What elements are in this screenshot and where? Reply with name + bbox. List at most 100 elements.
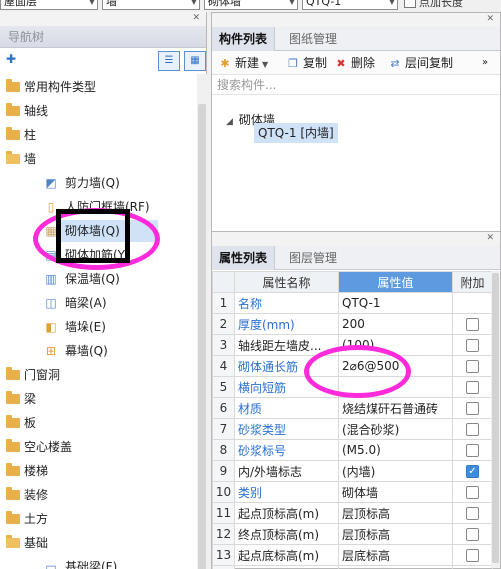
nav-tree-item[interactable]: ⊞ 幕墙(Q)	[0, 340, 194, 362]
property-row[interactable]: 1 名称 QTQ-1	[212, 292, 493, 314]
component-tree-item[interactable]: QTQ-1 [内墙]	[254, 123, 338, 143]
tab-drawing-management[interactable]: 图纸管理	[282, 27, 344, 51]
property-name: 砂浆标号	[234, 439, 339, 461]
floor-combo[interactable]: 屋面层 ▼	[0, 0, 98, 10]
property-row[interactable]: 8 砂浆标号 (M5.0)	[212, 439, 493, 461]
property-extra-cell	[452, 418, 493, 440]
extra-checkbox[interactable]	[466, 360, 479, 373]
nav-tree-item[interactable]: ▥ 保温墙(Q)	[0, 268, 194, 290]
nav-tree-item[interactable]: 板	[0, 412, 194, 434]
extra-checkbox[interactable]	[466, 528, 479, 541]
nav-tree-item[interactable]: 梁	[0, 388, 194, 410]
extra-checkbox[interactable]	[466, 339, 479, 352]
delete-button[interactable]: ✖ 删除	[334, 51, 375, 75]
tab-layer-management[interactable]: 图层管理	[282, 246, 344, 270]
nav-tree-item[interactable]: 柱	[0, 124, 194, 146]
property-value[interactable]: QTQ-1	[338, 292, 453, 314]
extra-checkbox[interactable]	[466, 381, 479, 394]
component-combo-value: QTQ-1	[306, 0, 342, 8]
property-value[interactable]: 层底标高	[338, 544, 453, 566]
extra-checkbox[interactable]	[466, 486, 479, 499]
extra-checkbox[interactable]	[466, 549, 479, 562]
nav-scrollbar[interactable]	[197, 74, 207, 569]
collapse-icon[interactable]: ◢	[226, 117, 233, 127]
grid-view-button[interactable]: ▦	[184, 51, 206, 71]
tab-component-list[interactable]: 构件列表	[212, 27, 276, 51]
property-row[interactable]: 4 砌体通长筋 2⌀6@500	[212, 355, 493, 377]
tab-property-list[interactable]: 属性列表	[212, 246, 276, 270]
chevron-down-icon: ▼	[388, 0, 395, 6]
nav-scroll-thumb[interactable]	[198, 104, 206, 569]
nav-tree-item-label: 常用构件类型	[24, 80, 97, 94]
nav-tree-item[interactable]: 基础	[0, 532, 194, 554]
property-row[interactable]: 11 起点顶标高(m) 层顶标高	[212, 502, 493, 524]
extra-checkbox[interactable]	[466, 423, 479, 436]
nav-tree-item[interactable]: ▦ 砌体墙(Q)	[0, 220, 194, 242]
property-value[interactable]: (M5.0)	[338, 439, 453, 461]
nav-tree-item-label: 基础梁(F)	[65, 560, 118, 569]
nav-tree-item[interactable]: 墙	[0, 148, 194, 170]
property-value[interactable]: (100)	[338, 334, 453, 356]
extra-checkbox[interactable]	[466, 444, 479, 457]
nav-tree-item[interactable]: 楼梯	[0, 460, 194, 482]
nav-tree-item[interactable]: 空心楼盖	[0, 436, 194, 458]
nav-toolbar: ✚ ☰ ▦	[0, 48, 206, 74]
component-combo[interactable]: QTQ-1 ▼	[302, 0, 398, 10]
extra-checkbox[interactable]	[466, 318, 479, 331]
nav-tree-item[interactable]: ◩ 剪力墙(Q)	[0, 172, 194, 194]
property-row[interactable]: 3 轴线距左墙皮... (100)	[212, 334, 493, 356]
close-icon[interactable]: ✕	[486, 14, 494, 24]
nav-tree-item[interactable]: 轴线	[0, 100, 194, 122]
subtype-combo[interactable]: 砌体墙 ▼	[204, 0, 298, 10]
nav-tree-item[interactable]: ▤ 砌体加筋(Y)	[0, 244, 194, 266]
type-combo[interactable]: 墙 ▼	[102, 0, 200, 10]
property-value[interactable]	[338, 376, 453, 398]
extra-checkbox[interactable]	[466, 402, 479, 415]
property-row[interactable]: 12 终点顶标高(m) 层顶标高	[212, 523, 493, 545]
nav-panel-header: ✕	[0, 12, 206, 26]
property-value[interactable]: 200	[338, 313, 453, 335]
new-button[interactable]: ✱ 新建 ▼	[218, 51, 268, 75]
property-row[interactable]: 10 类别 砌体墙	[212, 481, 493, 503]
properties-scroll-thumb[interactable]	[492, 273, 499, 563]
nav-tree-item[interactable]: 土方	[0, 508, 194, 530]
close-icon[interactable]: ✕	[486, 233, 494, 243]
wall-pier-icon: ◧	[45, 320, 57, 334]
property-row[interactable]: 5 横向短筋	[212, 376, 493, 398]
property-value[interactable]: 层顶标高	[338, 523, 453, 545]
extra-checkbox[interactable]: ✓	[466, 465, 479, 478]
property-value[interactable]: 2⌀6@500	[338, 355, 453, 377]
property-value[interactable]: (内墙)	[338, 460, 453, 482]
properties-scrollbar[interactable]	[491, 271, 500, 568]
component-search-input[interactable]: 搜索构件...	[212, 75, 500, 95]
floor-copy-button[interactable]: ⇄ 层间复制	[388, 51, 453, 75]
more-icon[interactable]: »	[482, 51, 488, 75]
property-row[interactable]: 14终点底标高(m)层底标高	[212, 565, 493, 569]
add-icon[interactable]: ✚	[6, 52, 16, 66]
property-value[interactable]: 层顶标高	[338, 502, 453, 524]
property-row[interactable]: 13 起点底标高(m) 层底标高	[212, 544, 493, 566]
copy-button[interactable]: ❐ 复制	[286, 51, 327, 75]
nav-tree-item[interactable]: 门窗洞	[0, 364, 194, 386]
nav-tree-item[interactable]: 装修	[0, 484, 194, 506]
property-value[interactable]: 层底标高	[338, 565, 453, 569]
chevron-down-icon: ▼	[288, 0, 295, 6]
extra-checkbox[interactable]	[466, 507, 479, 520]
nav-tree-item[interactable]: ◫ 暗梁(A)	[0, 292, 194, 314]
property-row[interactable]: 2 厚度(mm) 200	[212, 313, 493, 335]
copy-label: 复制	[303, 56, 328, 70]
property-value[interactable]: (混合砂浆)	[338, 418, 453, 440]
property-row[interactable]: 6 材质 烧结煤矸石普通砖	[212, 397, 493, 419]
property-row[interactable]: 9 内/外墙标志 (内墙) ✓	[212, 460, 493, 482]
nav-tree-item[interactable]: ▯ 人防门框墙(RF)	[0, 196, 194, 218]
nav-tree-item[interactable]: ▭ 基础梁(F)	[0, 556, 194, 569]
nav-tree-item[interactable]: 常用构件类型	[0, 76, 194, 98]
nav-tree-item-label: 墙垛(E)	[65, 320, 106, 334]
property-value[interactable]: 烧结煤矸石普通砖	[338, 397, 453, 419]
close-icon[interactable]: ✕	[192, 13, 200, 23]
property-row[interactable]: 7 砂浆类型 (混合砂浆)	[212, 418, 493, 440]
nav-tree-item[interactable]: ◧ 墙垛(E)	[0, 316, 194, 338]
property-value[interactable]: 砌体墙	[338, 481, 453, 503]
list-view-button[interactable]: ☰	[158, 51, 180, 71]
point-length-checkbox[interactable]	[404, 0, 416, 8]
